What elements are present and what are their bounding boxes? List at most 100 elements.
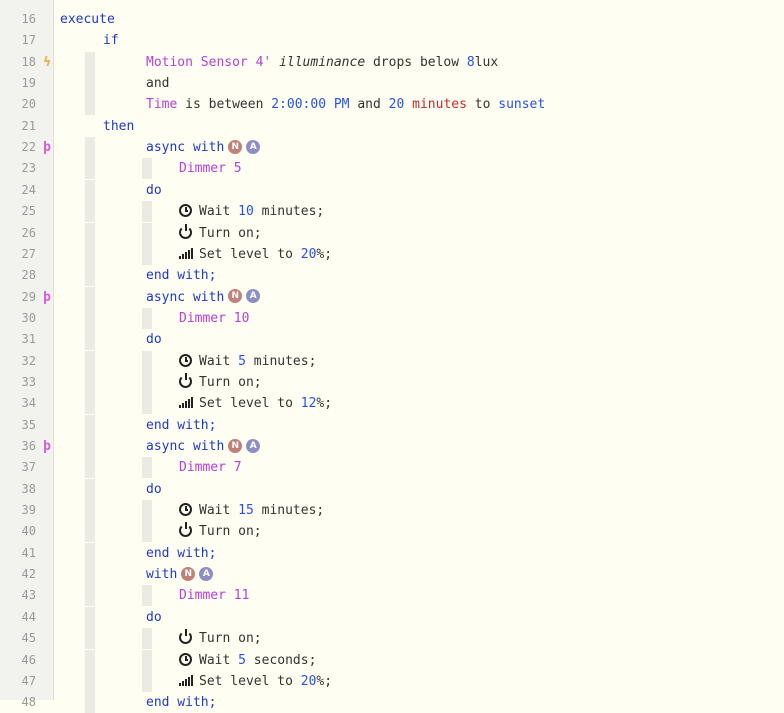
token-text: Turn on;: [199, 225, 262, 241]
code-line[interactable]: 44 do: [0, 606, 784, 628]
token-dev[interactable]: Dimmer 11: [179, 588, 249, 603]
indent-guide: [85, 286, 95, 308]
token-num[interactable]: 5: [238, 354, 246, 369]
code-line[interactable]: 30 Dimmer 10: [0, 307, 784, 329]
code-line[interactable]: 23 Dimmer 5: [0, 158, 784, 180]
token-num[interactable]: 20: [389, 97, 405, 112]
token-dev[interactable]: Dimmer 5: [179, 161, 242, 176]
code-line[interactable]: 45 Turn on;: [0, 628, 784, 650]
token-kw: end with;: [146, 268, 217, 284]
code-line[interactable]: 29 þ async with N A: [0, 286, 784, 308]
code-line[interactable]: 46 Wait 5 seconds;: [0, 649, 784, 671]
line-number: 47: [21, 673, 36, 688]
line-number: 24: [21, 182, 36, 197]
badge-n-icon[interactable]: N: [181, 566, 196, 581]
token-text: is between: [177, 97, 272, 113]
indent-guide: [85, 436, 95, 457]
line-number: 33: [21, 374, 36, 389]
code-line[interactable]: 28 end with;: [0, 265, 784, 287]
code-line[interactable]: 32 Wait 5 minutes;: [0, 350, 784, 372]
code-line[interactable]: 20 Time is between 2:00:00 PM and 20 minu…: [0, 94, 784, 116]
indent-guide: [85, 307, 95, 329]
signal-level-icon: [179, 674, 193, 686]
badge-a-icon[interactable]: A: [246, 289, 261, 304]
token-kw: async with: [146, 140, 225, 156]
code-line[interactable]: 25 Wait 10 minutes;: [0, 201, 784, 223]
token-text: Turn on;: [199, 631, 262, 647]
code-line[interactable]: 39 Wait 15 minutes;: [0, 500, 784, 522]
token-num[interactable]: 10: [238, 204, 254, 219]
indent-guide: [142, 222, 152, 244]
token-text: Wait: [199, 353, 239, 369]
token-num[interactable]: 5: [238, 653, 246, 668]
token-text: and: [349, 97, 389, 113]
badge-a-icon[interactable]: A: [199, 566, 214, 581]
statement-text: Dimmer 10: [179, 308, 249, 329]
code-line[interactable]: 43 Dimmer 11: [0, 585, 784, 607]
badge-n-icon[interactable]: N: [228, 139, 243, 154]
bolt-icon[interactable]: ϟ: [41, 55, 53, 70]
badge-a-icon[interactable]: A: [246, 438, 261, 453]
token-attr[interactable]: illuminance: [279, 55, 365, 70]
code-line[interactable]: 40 Turn on;: [0, 521, 784, 543]
code-line[interactable]: 42 with N A: [0, 564, 784, 586]
signal-level-icon: [179, 247, 193, 259]
code-line[interactable]: 38 do: [0, 478, 784, 500]
code-line[interactable]: 31 do: [0, 329, 784, 351]
code-line[interactable]: 33 Turn on;: [0, 371, 784, 393]
power-icon: [179, 223, 192, 239]
token-dev[interactable]: Dimmer 10: [179, 311, 249, 326]
token-dev[interactable]: Dimmer 7: [179, 460, 242, 475]
badge-n-icon[interactable]: N: [228, 438, 243, 453]
token-num[interactable]: 12: [301, 396, 317, 411]
code-line[interactable]: 18 ϟ Motion Sensor 4' illuminance drops be…: [0, 51, 784, 73]
token-num[interactable]: 15: [238, 503, 254, 518]
token-var[interactable]: Time: [146, 97, 177, 112]
code-line[interactable]: 19 and: [0, 73, 784, 95]
code-line[interactable]: 36 þ async with N A: [0, 436, 784, 457]
code-line[interactable]: 21 then: [0, 116, 784, 137]
parallel-icon[interactable]: þ: [41, 439, 53, 454]
code-line[interactable]: 22 þ async with N A: [0, 137, 784, 159]
token-dev[interactable]: Motion Sensor 4': [146, 55, 271, 70]
code-line[interactable]: 48 end with;: [0, 692, 784, 713]
line-number: 30: [21, 310, 36, 325]
line-number: 37: [21, 460, 36, 475]
code-line[interactable]: 41 end with;: [0, 542, 784, 564]
line-number: 40: [21, 524, 36, 539]
code-line[interactable]: 35 end with;: [0, 414, 784, 436]
code-line[interactable]: 17 if: [0, 30, 784, 51]
code-line[interactable]: 34 Set level to 12%;: [0, 393, 784, 415]
code-editor: 16 execute 17 if 18 ϟ Motion Sensor 4' illumin…: [0, 0, 784, 713]
code-line[interactable]: 16 execute: [0, 9, 784, 30]
line-number: 17: [21, 33, 36, 48]
token-num[interactable]: 20: [301, 247, 317, 262]
clock-icon: [179, 204, 192, 218]
token-num[interactable]: sunset: [498, 97, 545, 112]
line-number: 36: [21, 439, 36, 453]
token-num[interactable]: 20: [301, 674, 317, 689]
code-line[interactable]: 27 Set level to 20%;: [0, 243, 784, 265]
token-num[interactable]: 8: [467, 55, 475, 70]
code-line[interactable]: 26 Turn on;: [0, 222, 784, 244]
statement-text: Wait 5 minutes;: [179, 351, 316, 372]
clock-icon: [179, 353, 192, 367]
code-line[interactable]: 24 do: [0, 179, 784, 201]
indent-guide: [85, 606, 95, 628]
token-num[interactable]: 2:00:00 PM: [271, 97, 349, 112]
line-number: 22: [21, 140, 36, 155]
parallel-icon[interactable]: þ: [41, 140, 53, 155]
indent-guide: [142, 201, 152, 223]
parallel-icon[interactable]: þ: [41, 290, 53, 305]
code-line[interactable]: 47 Set level to 20%;: [0, 670, 784, 692]
badge-a-icon[interactable]: A: [246, 139, 261, 154]
token-unit[interactable]: minutes: [412, 97, 467, 112]
statement-text: end with;: [146, 692, 216, 713]
statement-text: do: [146, 607, 162, 628]
badge-n-icon[interactable]: N: [228, 289, 243, 304]
token-kw: do: [146, 481, 162, 497]
line-number: 18: [21, 54, 36, 69]
code-line[interactable]: 37 Dimmer 7: [0, 457, 784, 479]
line-number: 29: [21, 289, 36, 304]
